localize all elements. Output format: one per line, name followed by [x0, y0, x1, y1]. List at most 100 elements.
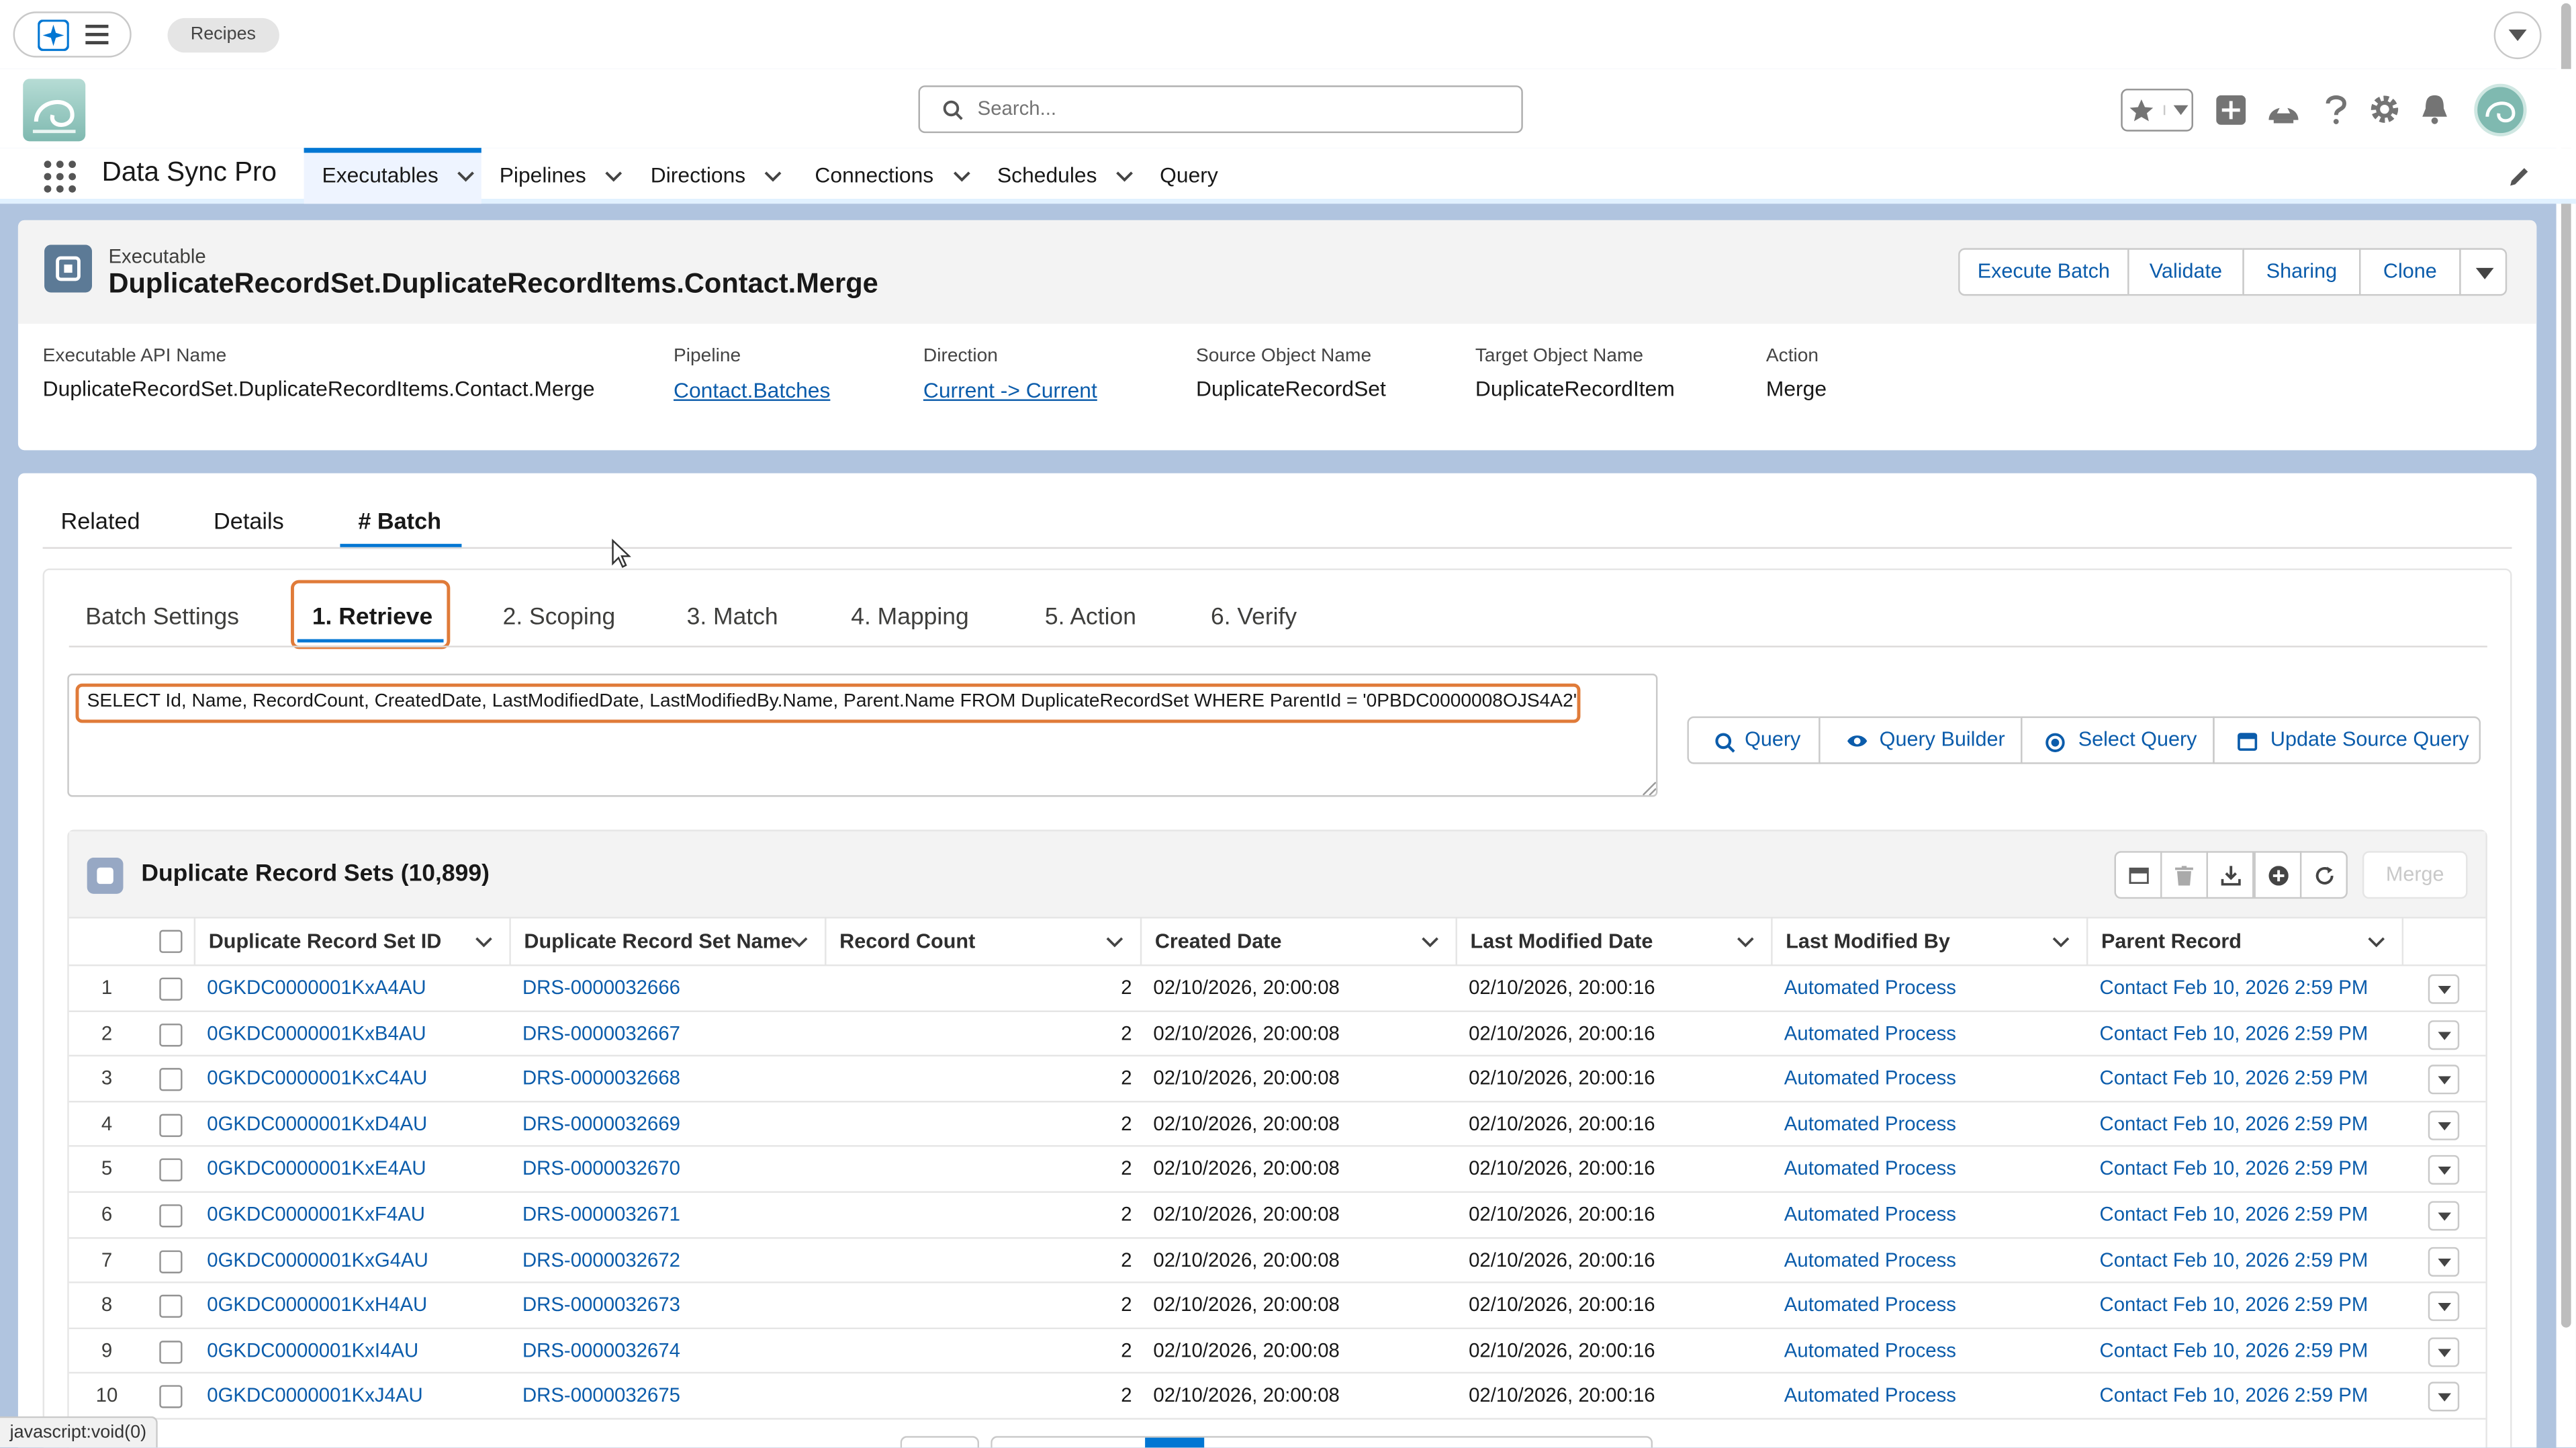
parent-record-link[interactable]: Contact Feb 10, 2026 2:59 PM	[2099, 1011, 2403, 1057]
parent-record-link[interactable]: Contact Feb 10, 2026 2:59 PM	[2099, 1056, 2403, 1102]
row-checkbox[interactable]	[159, 977, 183, 1001]
row-actions-menu[interactable]	[2428, 1292, 2460, 1322]
sparkle-icon[interactable]	[38, 19, 69, 51]
record-set-name-link[interactable]: DRS-0000032672	[522, 1238, 818, 1284]
row-checkbox[interactable]	[159, 1249, 183, 1273]
parent-record-link[interactable]: Contact Feb 10, 2026 2:59 PM	[2099, 1374, 2403, 1420]
nav-item-connections[interactable]: Connections	[815, 148, 970, 203]
record-set-name-link[interactable]: DRS-0000032666	[522, 966, 818, 1011]
resize-grip-icon[interactable]	[1643, 782, 1656, 796]
column-header-record-count[interactable]: Record Count	[825, 917, 1142, 966]
update-source-query-button[interactable]: Update Source Query	[2213, 716, 2481, 764]
parent-record-link[interactable]: Contact Feb 10, 2026 2:59 PM	[2099, 1238, 2403, 1284]
select-query-button[interactable]: Select Query	[2021, 716, 2215, 764]
record-set-id-link[interactable]: 0GKDC0000001KxI4AU	[207, 1329, 502, 1375]
chevron-down-icon[interactable]	[605, 171, 623, 183]
record-set-name-link[interactable]: DRS-0000032668	[522, 1056, 818, 1102]
chevron-down-icon[interactable]	[790, 936, 809, 948]
record-set-name-link[interactable]: DRS-0000032675	[522, 1374, 818, 1420]
column-header-parent-record[interactable]: Parent Record	[2086, 917, 2404, 966]
subtab-mapping[interactable]: 4. Mapping	[851, 604, 969, 631]
parent-record-link[interactable]: Contact Feb 10, 2026 2:59 PM	[2099, 1193, 2403, 1238]
trailhead-icon[interactable]	[2267, 93, 2300, 124]
last-modified-by-link[interactable]: Automated Process	[1784, 1011, 2080, 1057]
pagination-current-page[interactable]	[1145, 1437, 1205, 1448]
subtab-batch-settings[interactable]: Batch Settings	[85, 604, 239, 631]
favorites-button[interactable]	[2121, 89, 2193, 132]
row-actions-menu[interactable]	[2428, 1020, 2460, 1050]
browser-menu-button[interactable]	[2493, 11, 2542, 60]
tab-details[interactable]: Details	[214, 508, 284, 534]
record-set-id-link[interactable]: 0GKDC0000001KxA4AU	[207, 966, 502, 1011]
column-header-name[interactable]: Duplicate Record Set Name	[509, 917, 826, 966]
chevron-down-icon[interactable]	[1105, 936, 1123, 948]
parent-record-link[interactable]: Contact Feb 10, 2026 2:59 PM	[2099, 1329, 2403, 1375]
chevron-down-icon[interactable]	[2052, 936, 2070, 948]
tab-related[interactable]: Related	[61, 508, 140, 534]
chevron-down-icon[interactable]	[457, 171, 475, 183]
tab-batch[interactable]: # Batch	[358, 508, 441, 534]
subtab-retrieve-highlight[interactable]: 1. Retrieve	[291, 580, 451, 649]
subtab-scoping[interactable]: 2. Scoping	[503, 604, 616, 631]
row-actions-menu[interactable]	[2428, 1110, 2460, 1140]
record-set-id-link[interactable]: 0GKDC0000001KxH4AU	[207, 1283, 502, 1329]
tab-recipes[interactable]: Recipes	[167, 17, 279, 53]
record-set-id-link[interactable]: 0GKDC0000001KxF4AU	[207, 1193, 502, 1238]
row-checkbox[interactable]	[159, 1386, 183, 1409]
parent-record-link[interactable]: Contact Feb 10, 2026 2:59 PM	[2099, 1148, 2403, 1193]
collapse-panel-button[interactable]	[2114, 851, 2162, 899]
parent-record-link[interactable]: Contact Feb 10, 2026 2:59 PM	[2099, 1102, 2403, 1148]
nav-item-schedules[interactable]: Schedules	[997, 148, 1134, 203]
subtab-action[interactable]: 5. Action	[1045, 604, 1136, 631]
chevron-down-icon[interactable]	[765, 171, 783, 183]
app-launcher-icon[interactable]	[43, 159, 77, 193]
merge-button[interactable]: Merge	[2362, 851, 2468, 899]
nav-item-executables[interactable]: Executables	[304, 148, 481, 204]
column-header-created-date[interactable]: Created Date	[1140, 917, 1457, 966]
org-logo[interactable]	[23, 79, 86, 142]
last-modified-by-link[interactable]: Automated Process	[1784, 1056, 2080, 1102]
parent-record-link[interactable]: Contact Feb 10, 2026 2:59 PM	[2099, 966, 2403, 1011]
row-checkbox[interactable]	[159, 1023, 183, 1046]
row-actions-menu[interactable]	[2428, 1201, 2460, 1231]
row-actions-menu[interactable]	[2428, 1337, 2460, 1367]
app-launcher-pill[interactable]	[13, 11, 132, 58]
row-actions-menu[interactable]	[2428, 1246, 2460, 1276]
add-button[interactable]	[2254, 851, 2302, 899]
select-all-checkbox[interactable]	[159, 930, 183, 953]
row-actions-menu[interactable]	[2428, 1382, 2460, 1412]
subtab-verify[interactable]: 6. Verify	[1211, 604, 1297, 631]
record-set-name-link[interactable]: DRS-0000032669	[522, 1102, 818, 1148]
last-modified-by-link[interactable]: Automated Process	[1784, 1283, 2080, 1329]
global-search-input[interactable]: Search...	[918, 85, 1523, 134]
field-value-pipeline-link[interactable]: Contact.Batches	[674, 378, 830, 403]
download-button[interactable]	[2206, 851, 2254, 899]
row-checkbox[interactable]	[159, 1340, 183, 1364]
column-header-last-modified-date[interactable]: Last Modified Date	[1455, 917, 1773, 966]
row-actions-menu[interactable]	[2428, 974, 2460, 1004]
global-actions-add-icon[interactable]	[2216, 95, 2246, 125]
user-avatar[interactable]	[2474, 83, 2527, 137]
column-header-last-modified-by[interactable]: Last Modified By	[1771, 917, 2088, 966]
record-set-name-link[interactable]: DRS-0000032674	[522, 1329, 818, 1375]
nav-item-query[interactable]: Query	[1160, 148, 1218, 203]
chevron-down-icon[interactable]	[1421, 936, 1439, 948]
sharing-button[interactable]: Sharing	[2242, 248, 2361, 296]
record-set-id-link[interactable]: 0GKDC0000001KxC4AU	[207, 1056, 502, 1102]
record-set-id-link[interactable]: 0GKDC0000001KxG4AU	[207, 1238, 502, 1284]
last-modified-by-link[interactable]: Automated Process	[1784, 1148, 2080, 1193]
row-checkbox[interactable]	[159, 1068, 183, 1091]
page-scrollbar[interactable]	[2556, 0, 2576, 1448]
row-checkbox[interactable]	[159, 1114, 183, 1137]
more-actions-button[interactable]	[2459, 248, 2508, 296]
subtab-match[interactable]: 3. Match	[687, 604, 778, 631]
help-icon[interactable]	[2325, 93, 2348, 124]
record-set-name-link[interactable]: DRS-0000032673	[522, 1283, 818, 1329]
chevron-down-icon[interactable]	[953, 171, 971, 183]
clone-button[interactable]: Clone	[2359, 248, 2461, 296]
validate-button[interactable]: Validate	[2127, 248, 2244, 296]
pagination-pages[interactable]	[991, 1436, 1653, 1448]
chevron-down-icon[interactable]	[1116, 171, 1134, 183]
last-modified-by-link[interactable]: Automated Process	[1784, 1238, 2080, 1284]
column-header-id[interactable]: Duplicate Record Set ID	[193, 917, 511, 966]
